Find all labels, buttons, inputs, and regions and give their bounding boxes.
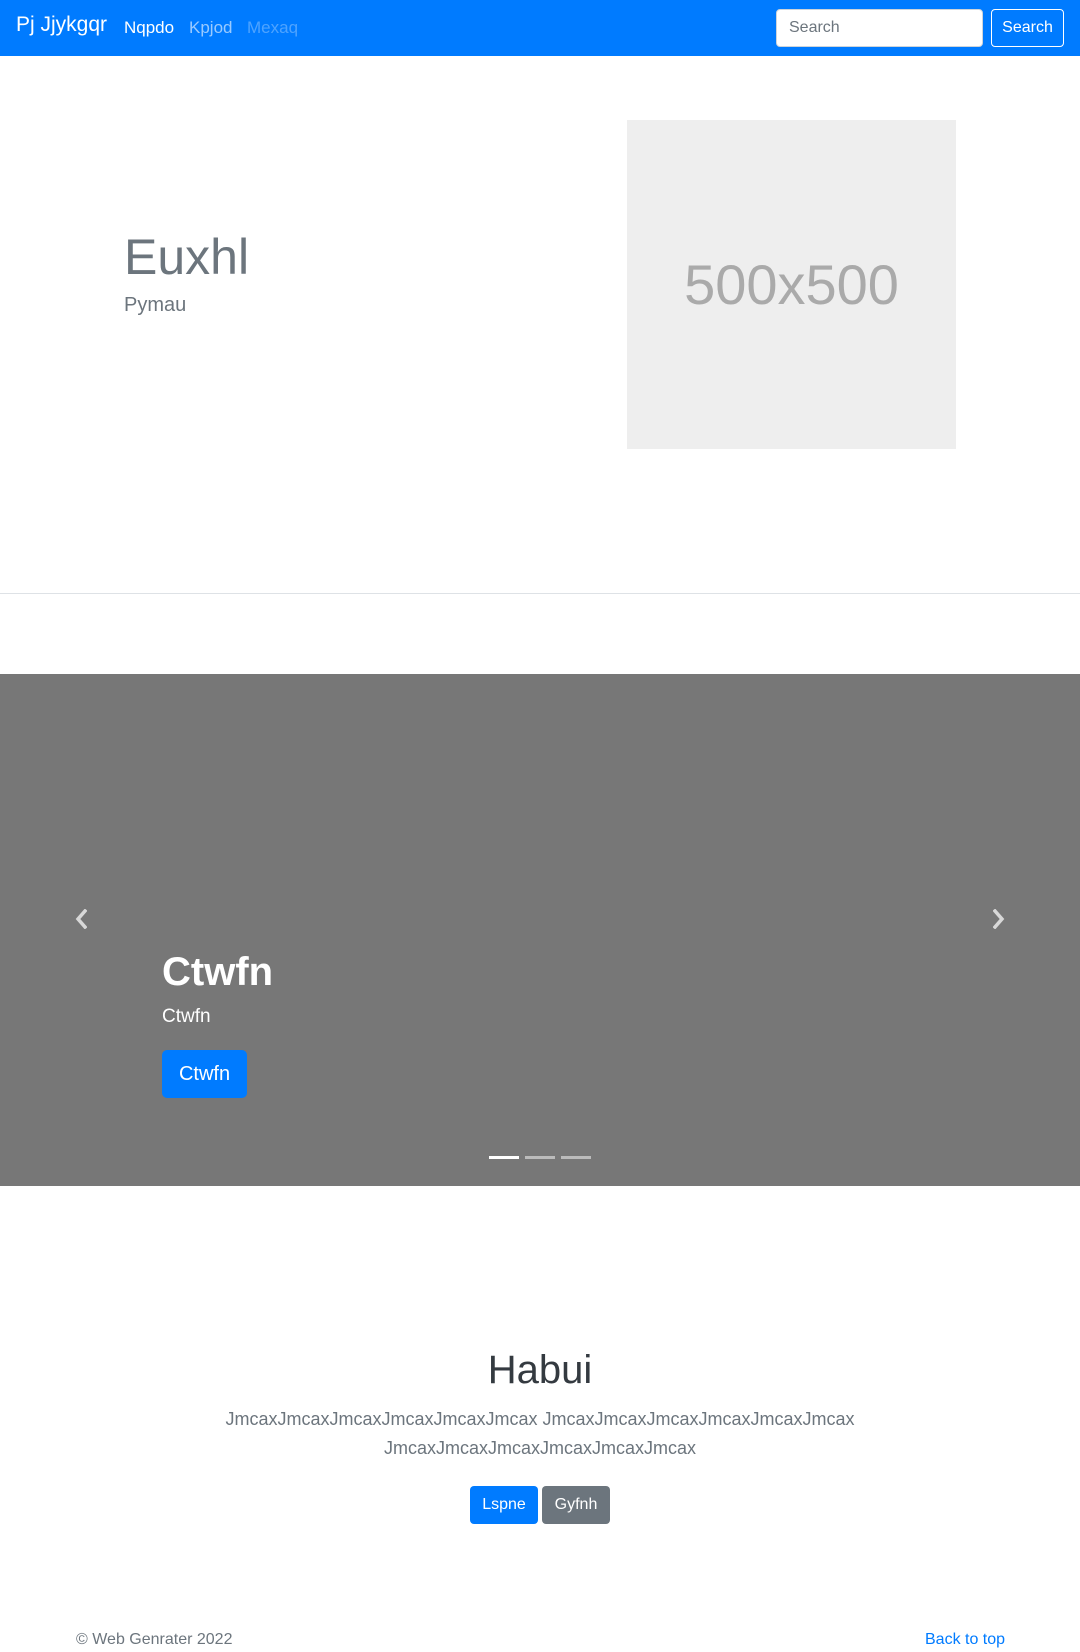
carousel-indicators xyxy=(489,1156,591,1159)
section-title: Habui xyxy=(487,1348,593,1392)
placeholder-image-label: 500x500 xyxy=(684,253,899,316)
chevron-left-icon xyxy=(75,909,87,929)
back-to-top-link[interactable]: Back to top xyxy=(925,1631,1005,1649)
carousel: Ctwfn Ctwfn Ctwfn xyxy=(0,674,1080,1186)
search-input[interactable] xyxy=(776,9,983,47)
navbar-brand[interactable]: Pj Jjykgqr xyxy=(16,13,107,37)
nav-link-mexaq: Mexaq xyxy=(247,18,299,37)
carousel-prev-button[interactable] xyxy=(70,908,92,930)
navbar: Pj Jjykgqr Nqpdo Kpjod Mexaq Search xyxy=(0,0,1080,56)
carousel-next-button[interactable] xyxy=(988,908,1010,930)
carousel-indicator-1[interactable] xyxy=(489,1156,519,1159)
primary-button[interactable]: Lspne xyxy=(470,1486,538,1524)
carousel-caption-button[interactable]: Ctwfn xyxy=(162,1050,247,1098)
section-text: JmcaxJmcaxJmcaxJmcaxJmcaxJmcax JmcaxJmca… xyxy=(225,1409,855,1458)
carousel-caption-title: Ctwfn xyxy=(162,950,274,994)
section-divider xyxy=(0,593,1080,594)
copyright-text: © Web Genrater 2022 xyxy=(76,1631,233,1648)
hero-subtitle: Pymau xyxy=(124,294,187,316)
nav-link-nqpdo[interactable]: Nqpdo xyxy=(124,18,174,38)
placeholder-image: 500x500 xyxy=(627,120,956,449)
carousel-caption-subtitle: Ctwfn xyxy=(162,1006,211,1027)
hero-title: Euxhl xyxy=(124,229,250,285)
search-button[interactable]: Search xyxy=(991,9,1064,47)
nav-link-kpjod[interactable]: Kpjod xyxy=(189,18,232,38)
carousel-indicator-3[interactable] xyxy=(561,1156,591,1159)
carousel-indicator-2[interactable] xyxy=(525,1156,555,1159)
chevron-right-icon xyxy=(993,909,1005,929)
secondary-button[interactable]: Gyfnh xyxy=(542,1486,610,1524)
